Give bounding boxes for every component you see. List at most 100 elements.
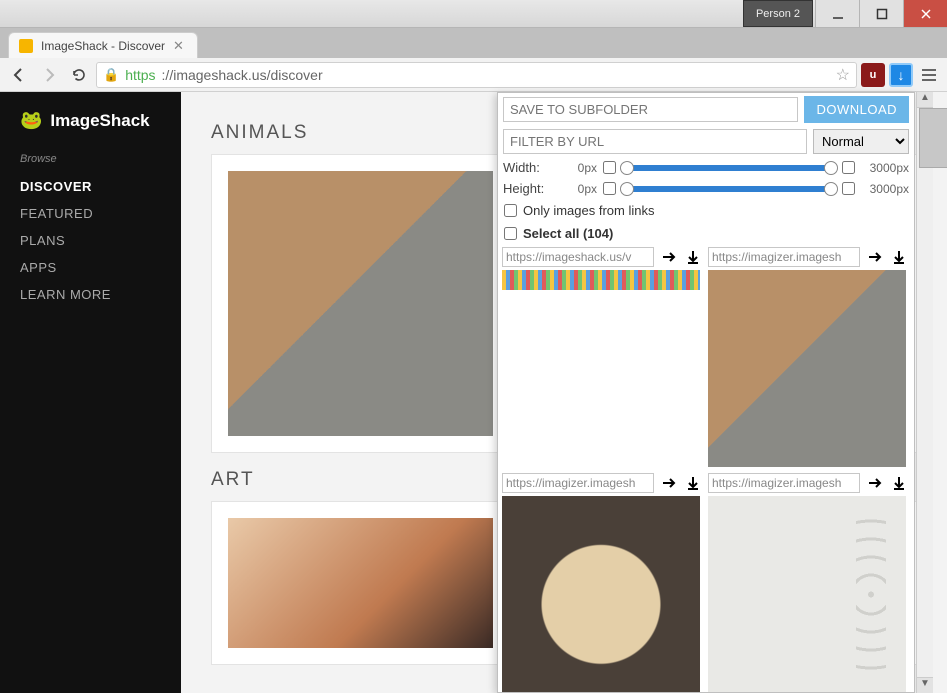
window-minimize-button[interactable]: [815, 0, 859, 27]
result-url-input[interactable]: [502, 473, 654, 493]
sidebar-item-learn-more[interactable]: LEARN MORE: [20, 281, 161, 308]
height-slider[interactable]: [622, 186, 836, 192]
width-max-value: 3000px: [861, 161, 909, 175]
window-maximize-button[interactable]: [859, 0, 903, 27]
download-item-button[interactable]: [684, 474, 702, 492]
height-min-value: 0px: [559, 182, 597, 196]
url-protocol: https: [125, 67, 155, 83]
filter-url-input[interactable]: [503, 129, 807, 154]
bookmark-star-button[interactable]: ☆: [836, 65, 850, 85]
popup-scrollbar[interactable]: ▲ ▼: [916, 92, 933, 693]
frog-icon: 🐸: [20, 110, 42, 131]
result-thumbnail[interactable]: [708, 496, 906, 693]
height-max-value: 3000px: [861, 182, 909, 196]
only-links-checkbox[interactable]: [504, 204, 517, 217]
download-icon: [685, 249, 701, 265]
shield-icon: u: [870, 69, 877, 81]
lock-icon: 🔒: [103, 67, 119, 83]
reload-button[interactable]: [66, 62, 92, 88]
minimize-icon: [832, 8, 844, 20]
result-url-input[interactable]: [708, 247, 860, 267]
sidebar-item-label: LEARN MORE: [20, 287, 111, 302]
width-max-checkbox[interactable]: [842, 161, 855, 174]
window-close-button[interactable]: [903, 0, 947, 27]
tab-close-button[interactable]: ✕: [173, 38, 184, 54]
sidebar-heading: Browse: [20, 153, 161, 165]
download-item-button[interactable]: [684, 248, 702, 266]
browser-menu-button[interactable]: [917, 63, 941, 87]
gallery-thumbnail[interactable]: [228, 518, 493, 648]
maximize-icon: [876, 8, 888, 20]
select-all-label: Select all (104): [523, 226, 613, 241]
browser-tab[interactable]: ImageShack - Discover ✕: [8, 32, 198, 58]
result-thumbnail[interactable]: [708, 270, 906, 467]
sidebar-item-discover[interactable]: DISCOVER: [20, 173, 161, 200]
width-slider[interactable]: [622, 165, 836, 171]
download-item-button[interactable]: [890, 474, 908, 492]
open-link-button[interactable]: [866, 248, 884, 266]
favicon-icon: [19, 39, 33, 53]
address-bar[interactable]: 🔒 https ://imageshack.us/discover ☆: [96, 62, 857, 88]
height-label: Height:: [503, 181, 553, 196]
sidebar-item-featured[interactable]: FEATURED: [20, 200, 161, 227]
result-thumbnail[interactable]: [502, 496, 700, 693]
height-max-checkbox[interactable]: [842, 182, 855, 195]
result-thumbnail[interactable]: [502, 270, 700, 290]
width-min-checkbox[interactable]: [603, 161, 616, 174]
sidebar-item-plans[interactable]: PLANS: [20, 227, 161, 254]
sidebar-item-label: APPS: [20, 260, 57, 275]
browser-toolbar: 🔒 https ://imageshack.us/discover ☆ u ↓: [0, 58, 947, 92]
result-url-input[interactable]: [502, 247, 654, 267]
result-cell: [708, 247, 908, 467]
result-cell: [502, 473, 702, 693]
scroll-up-button[interactable]: ▲: [917, 92, 933, 108]
extension-ublock-button[interactable]: u: [861, 63, 885, 87]
image-results-grid: [498, 245, 914, 693]
close-icon: [920, 8, 932, 20]
width-min-value: 0px: [559, 161, 597, 175]
result-cell: [502, 247, 702, 467]
extension-image-downloader-button[interactable]: ↓: [889, 63, 913, 87]
profile-label: Person 2: [756, 8, 800, 20]
sidebar-item-label: FEATURED: [20, 206, 93, 221]
arrow-right-icon: [661, 475, 677, 491]
open-link-button[interactable]: [660, 474, 678, 492]
logo-text: ImageShack: [50, 111, 149, 131]
only-links-label: Only images from links: [523, 203, 654, 218]
arrow-right-icon: [661, 249, 677, 265]
open-link-button[interactable]: [866, 474, 884, 492]
window-titlebar: Person 2: [0, 0, 947, 28]
browser-tabstrip: ImageShack - Discover ✕: [0, 28, 947, 58]
download-icon: [891, 475, 907, 491]
arrow-right-icon: [867, 475, 883, 491]
download-icon: [891, 249, 907, 265]
site-logo[interactable]: 🐸 ImageShack: [20, 110, 161, 131]
gallery-thumbnail[interactable]: [228, 171, 493, 436]
sidebar-item-apps[interactable]: APPS: [20, 254, 161, 281]
back-button[interactable]: [6, 62, 32, 88]
chrome-profile-badge[interactable]: Person 2: [743, 0, 813, 27]
width-label: Width:: [503, 160, 553, 175]
download-button[interactable]: DOWNLOAD: [804, 96, 909, 123]
result-url-input[interactable]: [708, 473, 860, 493]
download-item-button[interactable]: [890, 248, 908, 266]
sidebar-item-label: DISCOVER: [20, 179, 92, 194]
result-cell: [708, 473, 908, 693]
download-arrow-icon: ↓: [898, 67, 905, 83]
select-all-checkbox[interactable]: [504, 227, 517, 240]
filter-mode-select[interactable]: Normal: [813, 129, 909, 154]
subfolder-input[interactable]: [503, 97, 798, 122]
image-downloader-popup: DOWNLOAD Normal Width: 0px 3000px Height…: [497, 92, 915, 693]
forward-button[interactable]: [36, 62, 62, 88]
arrow-right-icon: [41, 67, 57, 83]
arrow-left-icon: [11, 67, 27, 83]
scroll-down-button[interactable]: ▼: [917, 677, 933, 693]
scrollbar-thumb[interactable]: [919, 108, 947, 168]
height-min-checkbox[interactable]: [603, 182, 616, 195]
open-link-button[interactable]: [660, 248, 678, 266]
download-icon: [685, 475, 701, 491]
site-sidebar: 🐸 ImageShack Browse DISCOVER FEATURED PL…: [0, 92, 181, 693]
url-rest: ://imageshack.us/discover: [162, 67, 323, 83]
tab-title: ImageShack - Discover: [41, 39, 165, 53]
reload-icon: [71, 67, 87, 83]
